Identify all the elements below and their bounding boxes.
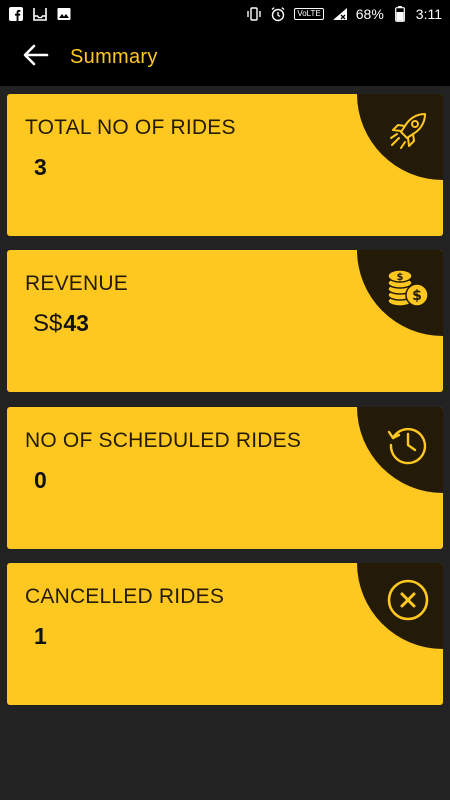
battery-icon — [392, 6, 408, 22]
inbox-icon — [32, 6, 48, 22]
image-icon — [56, 6, 72, 22]
rocket-icon — [383, 106, 433, 156]
status-right: VoLTE 68% 3:11 — [246, 6, 442, 22]
coins-icon: $ $ — [383, 262, 433, 312]
arrow-left-icon — [23, 44, 49, 71]
back-button[interactable] — [10, 28, 62, 86]
card-label: NO OF SCHEDULED RIDES — [25, 429, 302, 452]
card-label: REVENUE — [25, 272, 128, 295]
status-bar: VoLTE 68% 3:11 — [0, 0, 450, 28]
card-label: CANCELLED RIDES — [25, 585, 225, 608]
vibrate-icon — [246, 6, 262, 22]
card-value: 1 — [34, 623, 47, 649]
page-title: Summary — [70, 45, 158, 68]
card-corner — [357, 94, 443, 180]
volte-icon: VoLTE — [294, 8, 324, 20]
battery-percent: 68% — [355, 6, 384, 22]
facebook-icon — [8, 6, 24, 22]
cancel-icon — [383, 575, 433, 625]
app-bar: Summary — [0, 28, 450, 86]
cancelled-rides-card[interactable]: CANCELLED RIDES 1 — [7, 563, 443, 705]
card-value: S$43 — [33, 310, 89, 337]
clock: 3:11 — [415, 6, 442, 22]
card-corner: $ $ — [357, 250, 443, 336]
history-icon — [383, 419, 433, 469]
revenue-card[interactable]: REVENUE S$43 $ $ — [7, 250, 443, 392]
svg-text:$: $ — [412, 288, 422, 304]
scheduled-rides-card[interactable]: NO OF SCHEDULED RIDES 0 — [7, 407, 443, 549]
total-rides-card[interactable]: TOTAL NO OF RIDES 3 — [7, 94, 443, 236]
card-value: 0 — [34, 467, 47, 493]
card-label: TOTAL NO OF RIDES — [25, 116, 236, 139]
card-corner — [357, 563, 443, 649]
signal-icon — [332, 6, 348, 22]
alarm-icon — [270, 6, 286, 22]
card-value: 3 — [34, 154, 47, 180]
card-corner — [357, 407, 443, 493]
status-left — [8, 6, 72, 22]
svg-text:$: $ — [397, 272, 404, 283]
